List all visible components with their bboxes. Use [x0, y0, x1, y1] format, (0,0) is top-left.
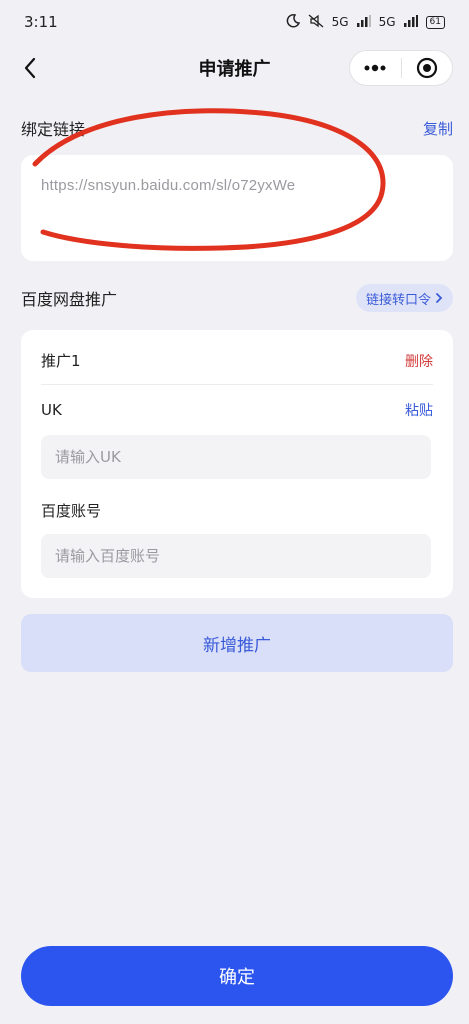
status-icons: 5G 5G 61 [286, 13, 445, 31]
divider [41, 384, 433, 385]
target-circle-icon [416, 57, 437, 79]
mini-program-capsule [349, 50, 453, 86]
chevron-left-icon [24, 57, 36, 79]
moon-icon [286, 13, 300, 31]
promotion-section-header: 百度网盘推广 链接转口令 [21, 284, 453, 312]
more-dots-icon [364, 64, 386, 72]
uk-label: UK [41, 401, 62, 419]
confirm-button[interactable]: 确定 [21, 946, 453, 1006]
paste-button[interactable]: 粘贴 [405, 400, 433, 420]
uk-field-header: UK 粘贴 [41, 400, 433, 420]
status-time: 3:11 [24, 13, 58, 31]
nav-bar: 申请推广 [0, 44, 469, 92]
add-promotion-button[interactable]: 新增推广 [21, 614, 453, 672]
battery-icon: 61 [425, 15, 445, 29]
promotion-card: 推广1 删除 UK 粘贴 百度账号 [21, 330, 453, 598]
baidu-account-input[interactable] [41, 534, 431, 578]
copy-button[interactable]: 复制 [423, 118, 453, 139]
signal-1-label: 5G [331, 15, 349, 29]
delete-button[interactable]: 删除 [405, 351, 433, 371]
convert-link-label: 链接转口令 [365, 292, 431, 308]
uk-input[interactable] [41, 435, 431, 479]
page-title: 申请推广 [198, 59, 271, 80]
convert-link-button[interactable]: 链接转口令 [355, 284, 453, 312]
signal-1-icon [356, 14, 371, 30]
close-mini-program-button[interactable] [402, 51, 453, 85]
account-field-header: 百度账号 [41, 500, 433, 521]
promotion-card-header: 推广1 删除 [41, 350, 433, 371]
account-label: 百度账号 [41, 502, 102, 520]
chevron-right-icon [436, 293, 443, 303]
mute-icon [308, 14, 324, 31]
signal-2-icon [403, 14, 418, 30]
status-bar: 3:11 5G 5G 61 [0, 0, 469, 44]
signal-2-label: 5G [378, 15, 396, 29]
back-button[interactable] [14, 52, 46, 84]
promotion-name: 推广1 [41, 352, 81, 370]
more-button[interactable] [350, 51, 401, 85]
red-annotation-scribble [32, 108, 386, 251]
promotion-section-title: 百度网盘推广 [21, 290, 118, 309]
